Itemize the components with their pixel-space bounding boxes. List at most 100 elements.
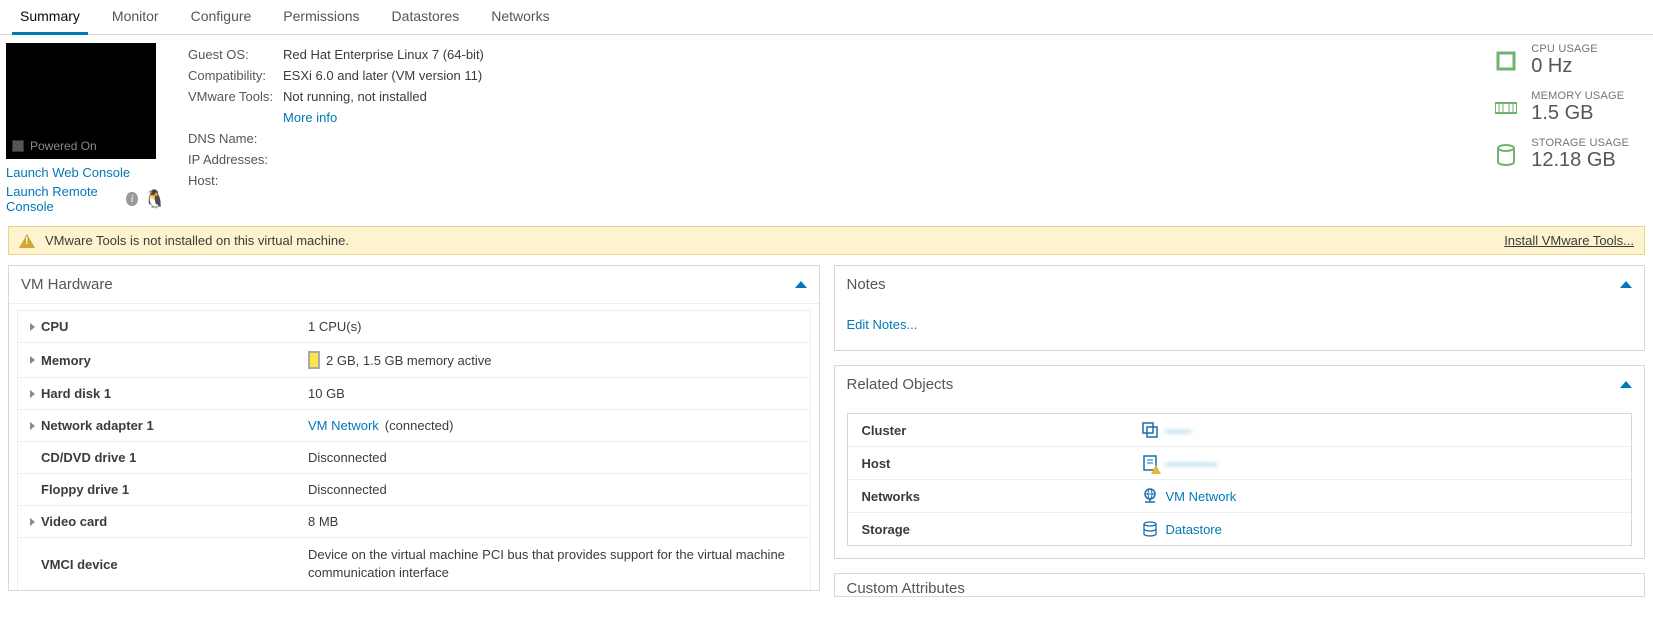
cluster-icon (1142, 422, 1158, 438)
expand-spacer (30, 454, 35, 462)
launch-remote-console-link[interactable]: Launch Remote Console (6, 184, 120, 214)
storage-usage: STORAGE USAGE 12.18 GB (1495, 137, 1629, 172)
notes-header[interactable]: Notes (835, 266, 1645, 303)
guest-os-label: Guest OS: (188, 45, 281, 64)
hw-network-suffix: (connected) (385, 418, 454, 433)
hw-row-video[interactable]: Video card 8 MB (18, 505, 810, 537)
hw-cddvd-label: CD/DVD drive 1 (41, 450, 136, 465)
hw-memory-value: 2 GB, 1.5 GB memory active (326, 353, 491, 368)
hw-video-value: 8 MB (308, 514, 798, 529)
hw-row-memory[interactable]: Memory 2 GB, 1.5 GB memory active (18, 342, 810, 377)
ip-addresses-label: IP Addresses: (188, 150, 281, 169)
host-label: Host: (188, 171, 281, 190)
cpu-usage-value: 0 Hz (1531, 55, 1598, 78)
power-state-label: Powered On (30, 139, 97, 153)
collapse-icon (1620, 381, 1632, 388)
ip-addresses-value (283, 150, 492, 169)
expand-spacer (30, 486, 35, 494)
rel-storage-label: Storage (862, 522, 1132, 537)
hw-row-vmci: VMCI device Device on the virtual machin… (18, 537, 810, 590)
storage-usage-value: 12.18 GB (1531, 149, 1629, 172)
hw-vmci-value: Device on the virtual machine PCI bus th… (308, 546, 798, 582)
tab-configure[interactable]: Configure (175, 0, 268, 34)
cpu-icon (1495, 50, 1517, 72)
more-info-link[interactable]: More info (283, 110, 337, 125)
rel-row-cluster: Cluster —— (848, 414, 1632, 446)
related-objects-title: Related Objects (847, 376, 954, 393)
notes-panel: Notes Edit Notes... (834, 265, 1646, 351)
compatibility-value: ESXi 6.0 and later (VM version 11) (283, 66, 492, 85)
power-state: Powered On (12, 139, 97, 153)
hw-row-network[interactable]: Network adapter 1 VM Network (connected) (18, 409, 810, 441)
hw-row-floppy: Floppy drive 1 Disconnected (18, 473, 810, 505)
custom-attributes-panel: Custom Attributes (834, 573, 1646, 597)
hw-video-label: Video card (41, 514, 107, 529)
rel-storage-link[interactable]: Datastore (1166, 522, 1222, 537)
usage-column: CPU USAGE 0 Hz MEMORY USAGE 1.5 GB STORA… (1495, 43, 1647, 214)
rel-row-storage: Storage Datastore (848, 512, 1632, 545)
tab-permissions[interactable]: Permissions (267, 0, 375, 34)
console-thumbnail-column: Powered On Launch Web Console Launch Rem… (6, 43, 166, 214)
vmware-tools-label: VMware Tools: (188, 87, 281, 106)
expand-icon (30, 422, 35, 430)
network-icon (1142, 488, 1158, 504)
rel-cluster-label: Cluster (862, 423, 1132, 438)
rel-row-networks: Networks VM Network (848, 479, 1632, 512)
custom-attributes-title: Custom Attributes (847, 580, 965, 597)
hw-row-cpu[interactable]: CPU 1 CPU(s) (18, 311, 810, 342)
vmware-tools-value: Not running, not installed (283, 89, 427, 104)
rel-networks-link[interactable]: VM Network (1166, 489, 1237, 504)
console-thumbnail[interactable]: Powered On (6, 43, 156, 159)
expand-icon (30, 323, 35, 331)
collapse-icon (795, 281, 807, 288)
guest-os-value: Red Hat Enterprise Linux 7 (64-bit) (283, 45, 492, 64)
tab-summary[interactable]: Summary (4, 0, 96, 34)
hw-memory-label: Memory (41, 353, 91, 368)
vm-hardware-header[interactable]: VM Hardware (9, 266, 819, 304)
memory-icon (1495, 97, 1517, 119)
collapse-icon (1620, 281, 1632, 288)
storage-icon (1495, 144, 1517, 166)
memory-usage: MEMORY USAGE 1.5 GB (1495, 90, 1629, 125)
memory-usage-value: 1.5 GB (1531, 102, 1624, 125)
tab-networks[interactable]: Networks (475, 0, 565, 34)
expand-icon (30, 518, 35, 526)
rel-cluster-link[interactable]: —— (1166, 423, 1192, 438)
datastore-icon (1142, 521, 1158, 537)
hw-floppy-value: Disconnected (308, 482, 798, 497)
vm-hardware-panel: VM Hardware CPU 1 CPU(s) Memory 2 GB, 1.… (8, 265, 820, 591)
cpu-usage: CPU USAGE 0 Hz (1495, 43, 1629, 78)
host-warning-icon (1142, 455, 1158, 471)
vm-info: Guest OS: Red Hat Enterprise Linux 7 (64… (186, 43, 1475, 214)
hw-row-cddvd: CD/DVD drive 1 Disconnected (18, 441, 810, 473)
memory-bar-icon (308, 351, 320, 369)
dns-name-label: DNS Name: (188, 129, 281, 148)
tab-datastores[interactable]: Datastores (376, 0, 476, 34)
expand-icon (30, 356, 35, 364)
notes-title: Notes (847, 276, 886, 293)
cpu-usage-label: CPU USAGE (1531, 43, 1598, 55)
warning-text: VMware Tools is not installed on this vi… (45, 233, 349, 248)
rel-row-host: Host ———— (848, 446, 1632, 479)
warning-bar: VMware Tools is not installed on this vi… (8, 226, 1645, 255)
tab-bar: Summary Monitor Configure Permissions Da… (0, 0, 1653, 35)
launch-web-console-link[interactable]: Launch Web Console (6, 165, 166, 180)
tab-monitor[interactable]: Monitor (96, 0, 175, 34)
hw-cpu-value: 1 CPU(s) (308, 319, 798, 334)
custom-attributes-header[interactable]: Custom Attributes (835, 574, 1645, 597)
linux-icon: 🐧 (144, 189, 166, 210)
hw-floppy-label: Floppy drive 1 (41, 482, 129, 497)
edit-notes-link[interactable]: Edit Notes... (847, 317, 918, 332)
hw-row-harddisk[interactable]: Hard disk 1 10 GB (18, 377, 810, 409)
memory-usage-label: MEMORY USAGE (1531, 90, 1624, 102)
hw-network-label: Network adapter 1 (41, 418, 154, 433)
rel-host-link[interactable]: ———— (1166, 456, 1218, 471)
install-vmware-tools-link[interactable]: Install VMware Tools... (1504, 233, 1634, 248)
related-objects-header[interactable]: Related Objects (835, 366, 1645, 403)
info-icon[interactable]: i (126, 192, 137, 206)
storage-usage-label: STORAGE USAGE (1531, 137, 1629, 149)
hw-cpu-label: CPU (41, 319, 68, 334)
hw-network-link[interactable]: VM Network (308, 418, 379, 433)
compatibility-label: Compatibility: (188, 66, 281, 85)
rel-host-label: Host (862, 456, 1132, 471)
